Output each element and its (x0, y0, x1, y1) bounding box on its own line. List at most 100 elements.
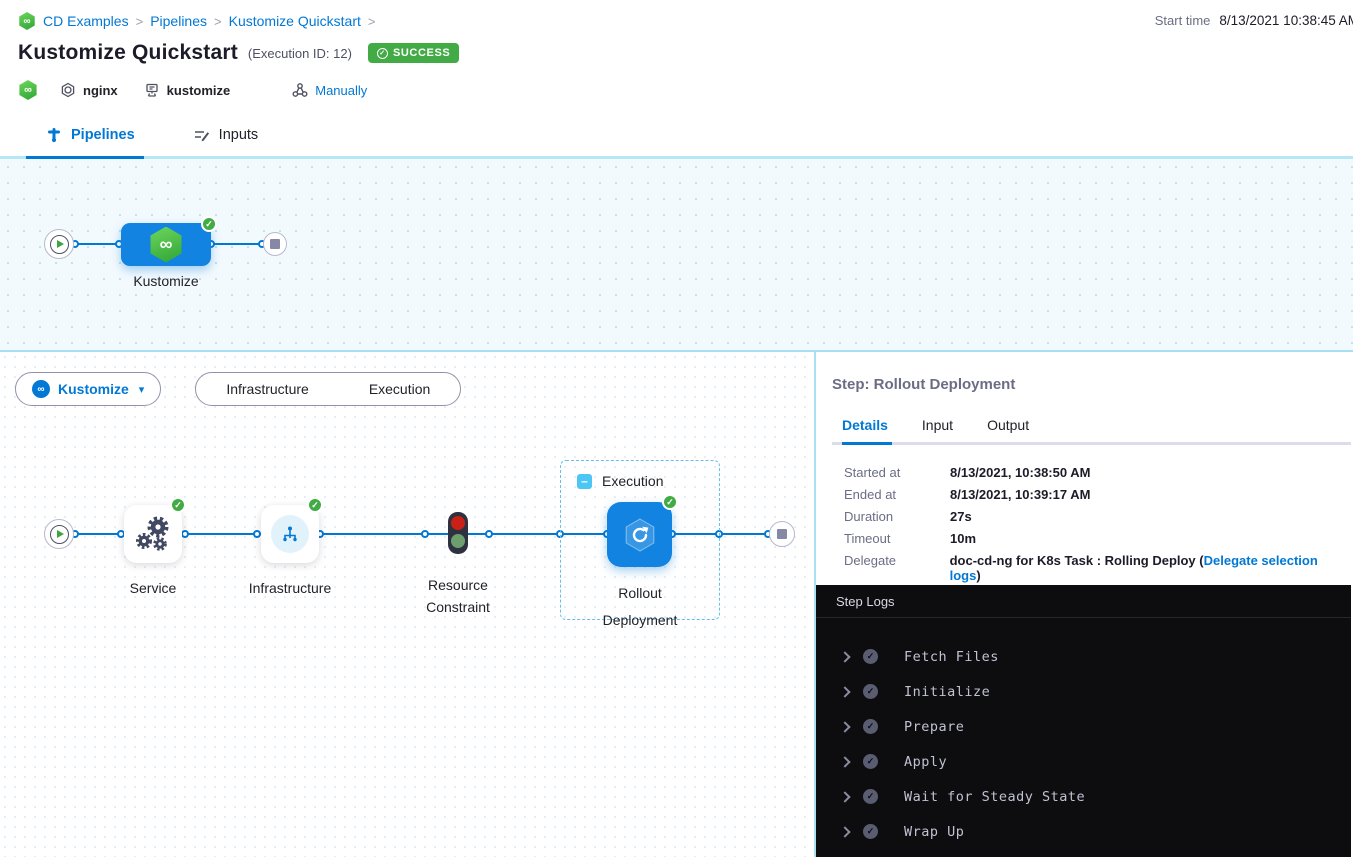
chevron-right-icon[interactable] (839, 791, 850, 802)
stage-graph-canvas[interactable]: ∞ ✓ Kustomize (0, 159, 1353, 352)
toggle-infrastructure[interactable]: Infrastructure (196, 381, 338, 397)
service-meta: nginx (60, 82, 118, 98)
log-section-fetch-files[interactable]: ✓ Fetch Files (816, 639, 1351, 674)
breadcrumb: ∞ CD Examples > Pipelines > Kustomize Qu… (18, 12, 1353, 30)
check-icon: ✓ (863, 719, 878, 734)
tab-input[interactable]: Input (922, 417, 953, 433)
chevron-right-icon[interactable] (839, 756, 850, 767)
step-node-resource-constraint[interactable] (445, 511, 471, 562)
chevron-right-icon[interactable] (839, 651, 850, 662)
tab-details[interactable]: Details (842, 417, 888, 433)
breadcrumb-pipelines[interactable]: Pipelines (150, 13, 207, 29)
detail-value: 10m (950, 531, 976, 546)
page-title: Kustomize Quickstart (18, 41, 238, 65)
collapse-minus-icon[interactable]: – (577, 474, 592, 489)
log-section-label: Initialize (904, 684, 990, 700)
detail-label: Started at (844, 465, 950, 480)
step-logs-title: Step Logs (816, 585, 1351, 618)
check-icon: ✓ (863, 684, 878, 699)
tab-inputs-label: Inputs (219, 127, 259, 143)
check-icon: ✓ (863, 789, 878, 804)
stop-icon (270, 239, 280, 249)
check-icon: ✓ (863, 754, 878, 769)
rollout-refresh-icon (620, 515, 660, 555)
detail-label: Timeout (844, 531, 950, 546)
check-icon: ✓ (377, 48, 388, 59)
gears-icon (131, 513, 175, 555)
stage-node-kustomize[interactable]: ∞ ✓ (121, 223, 211, 266)
log-section-initialize[interactable]: ✓ Initialize (816, 674, 1351, 709)
connector-dot (181, 530, 189, 538)
log-section-prepare[interactable]: ✓ Prepare (816, 709, 1351, 744)
pipeline-end-node (263, 232, 287, 256)
tab-pipelines[interactable]: Pipelines (46, 127, 135, 143)
tab-inputs[interactable]: Inputs (193, 127, 259, 143)
breadcrumb-separator: > (136, 14, 144, 29)
toggle-execution[interactable]: Execution (339, 381, 460, 397)
chevron-right-icon[interactable] (839, 826, 850, 837)
play-icon (50, 235, 69, 254)
detail-value: 8/13/2021, 10:38:50 AM (950, 465, 1090, 480)
start-time-value: 8/13/2021 10:38:45 AM (1219, 13, 1353, 28)
detail-label: Duration (844, 509, 950, 524)
stop-icon (777, 529, 787, 539)
panel-tab-divider (832, 442, 1351, 445)
detail-label: Ended at (844, 487, 950, 502)
harness-cd-icon: ∞ (18, 12, 36, 30)
execution-id: (Execution ID: 12) (248, 46, 352, 61)
breadcrumb-separator: > (214, 14, 222, 29)
step-node-service[interactable]: ✓ (124, 505, 182, 563)
step-label-infrastructure[interactable]: Infrastructure (228, 580, 352, 596)
log-section-label: Wait for Steady State (904, 789, 1085, 805)
play-icon (50, 525, 69, 544)
detail-row-timeout: Timeout 10m (844, 531, 1351, 546)
harness-cd-icon: ∞ (18, 80, 38, 100)
stage-selector-label: Kustomize (58, 381, 129, 397)
tab-output[interactable]: Output (987, 417, 1029, 433)
trigger-meta: Manually (292, 82, 367, 98)
trigger-type-link[interactable]: Manually (315, 83, 367, 98)
view-toggle: Infrastructure Execution (195, 372, 461, 406)
chevron-right-icon[interactable] (839, 686, 850, 697)
success-check-icon: ✓ (170, 497, 186, 513)
pipeline-icon (46, 127, 62, 143)
success-check-icon: ✓ (307, 497, 323, 513)
infrastructure-icon (271, 515, 309, 553)
detail-row-started-at: Started at 8/13/2021, 10:38:50 AM (844, 465, 1351, 480)
log-section-wait-for-steady-state[interactable]: ✓ Wait for Steady State (816, 779, 1351, 814)
execution-group-label: Execution (602, 473, 663, 489)
harness-cd-icon: ∞ (32, 380, 50, 398)
step-label-service[interactable]: Service (103, 580, 203, 596)
log-section-label: Prepare (904, 719, 964, 735)
execution-canvas[interactable]: ∞ Kustomize ▾ Infrastructure Execution (0, 352, 816, 857)
step-label-rollout-deployment[interactable]: Rollout Deployment (588, 580, 692, 634)
connector-dot (485, 530, 493, 538)
log-section-wrap-up[interactable]: ✓ Wrap Up (816, 814, 1351, 849)
stage-selector-dropdown[interactable]: ∞ Kustomize ▾ (15, 372, 161, 406)
step-node-infrastructure[interactable]: ✓ (261, 505, 319, 563)
status-badge-label: SUCCESS (393, 47, 450, 59)
stage-node-label[interactable]: Kustomize (106, 273, 226, 289)
execution-end-node (769, 521, 795, 547)
success-check-icon: ✓ (662, 494, 678, 510)
check-icon: ✓ (863, 649, 878, 664)
detail-label: Delegate (844, 553, 950, 583)
breadcrumb-separator: > (368, 14, 376, 29)
detail-row-duration: Duration 27s (844, 509, 1351, 524)
breadcrumb-kustomize-quickstart[interactable]: Kustomize Quickstart (229, 13, 361, 29)
step-label-resource-constraint[interactable]: Resource Constraint (410, 574, 506, 618)
tab-pipelines-label: Pipelines (71, 127, 135, 143)
breadcrumb-cd-examples[interactable]: CD Examples (43, 13, 129, 29)
trigger-webhook-icon (292, 82, 308, 98)
chevron-right-icon[interactable] (839, 721, 850, 732)
check-icon: ✓ (863, 824, 878, 839)
detail-value: 27s (950, 509, 972, 524)
detail-row-ended-at: Ended at 8/13/2021, 10:39:17 AM (844, 487, 1351, 502)
step-node-rollout-deployment[interactable]: ✓ (607, 502, 672, 567)
log-section-label: Fetch Files (904, 649, 999, 665)
page-header: ∞ CD Examples > Pipelines > Kustomize Qu… (0, 0, 1353, 113)
harness-cd-icon: ∞ (148, 227, 184, 263)
start-time: Start time 8/13/2021 10:38:45 AM (1155, 13, 1353, 28)
environment-icon (144, 82, 160, 98)
log-section-apply[interactable]: ✓ Apply (816, 744, 1351, 779)
